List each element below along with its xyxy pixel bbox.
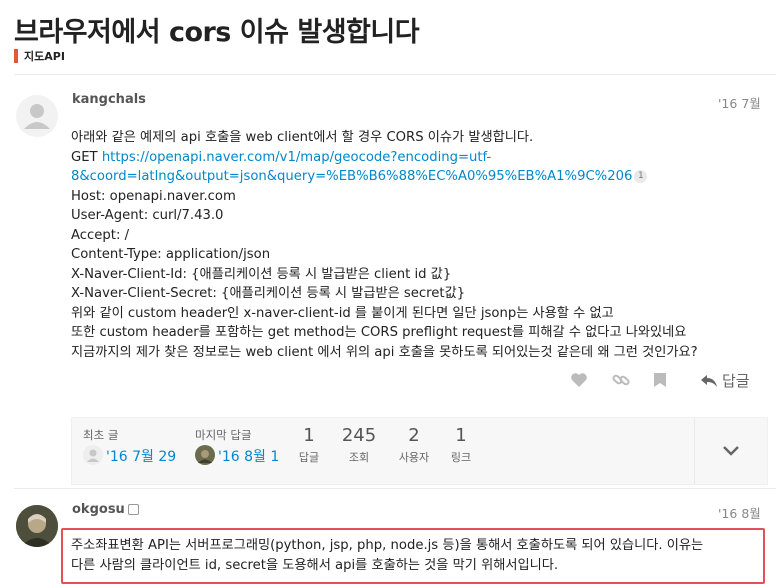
- last-reply-avatar[interactable]: [195, 445, 215, 469]
- created-avatar[interactable]: [83, 445, 103, 469]
- default-user-icon: [24, 104, 50, 129]
- user-photo-icon: [195, 445, 215, 465]
- post2-date[interactable]: '16 8월: [718, 503, 761, 522]
- post1-date[interactable]: '16 7월: [718, 93, 761, 112]
- post1-line: 또한 custom header를 포함하는 get method는 CORS …: [71, 325, 687, 340]
- username-okgosu-text: okgosu: [72, 502, 125, 517]
- user-photo-icon: [16, 505, 58, 547]
- post1-get-line: GET https://openapi.naver.com/v1/map/geo…: [71, 148, 698, 168]
- post1-line: X-Naver-Client-Secret: {애플리케이션 등록 시 발급받은…: [71, 286, 466, 301]
- users-count: 2: [408, 425, 420, 446]
- category-badge[interactable]: 지도API: [14, 48, 65, 64]
- post2-line: 다른 사람의 클라이언트 id, secret을 도용해서 api를 호출하는 …: [71, 557, 559, 573]
- category-color-bar: [14, 49, 18, 63]
- bookmark-button[interactable]: [653, 372, 667, 392]
- reply-button[interactable]: 답글: [700, 370, 750, 391]
- post1-line: 위와 같이 custom header인 x-naver-client-id 를…: [71, 305, 614, 321]
- links-label: 링크: [450, 451, 472, 464]
- geocode-link-cont[interactable]: 8&coord=latlng&output=json&query=%EB%B6%…: [71, 169, 632, 184]
- created-label: 최초 글: [83, 428, 119, 442]
- heart-icon: [571, 373, 587, 387]
- views-count: 245: [341, 425, 377, 446]
- replies-label: 답글: [298, 451, 320, 464]
- post-divider: [14, 488, 776, 489]
- username-okgosu[interactable]: okgosu: [72, 502, 139, 517]
- title-divider: [14, 74, 776, 75]
- post1-link-line2: 8&coord=latlng&output=json&query=%EB%B6%…: [71, 167, 698, 187]
- chevron-down-icon: [723, 446, 739, 456]
- avatar-okgosu[interactable]: [16, 505, 58, 547]
- links-count: 1: [455, 425, 467, 446]
- post2-body: 주소좌표변환 API는 서버프로그래밍(python, jsp, php, no…: [71, 536, 703, 575]
- shield-icon: [127, 504, 139, 515]
- link-click-count: 1: [634, 169, 648, 183]
- like-button[interactable]: [570, 372, 588, 392]
- share-button[interactable]: [612, 372, 630, 392]
- reply-label: 답글: [722, 372, 750, 390]
- geocode-link[interactable]: https://openapi.naver.com/v1/map/geocode…: [102, 150, 491, 165]
- post1-line: 지금까지의 제가 찾은 정보로는 web client 에서 위의 api 호출…: [71, 344, 698, 360]
- last-reply-label: 마지막 답글: [195, 428, 252, 442]
- topic-title: 브라우저에서 cors 이슈 발생합니다: [14, 17, 420, 48]
- default-user-icon: [83, 445, 103, 465]
- post1-line: Accept: /: [71, 227, 130, 243]
- created-date[interactable]: '16 7월 29: [106, 446, 176, 466]
- last-reply-date[interactable]: '16 8월 1: [218, 446, 279, 466]
- replies-count: 1: [303, 425, 315, 446]
- users-label: 사용자: [398, 451, 430, 464]
- reply-icon: [701, 374, 717, 387]
- post1-line: X-Naver-Client-Id: {애플리케이션 등록 시 발급받은 cli…: [71, 266, 452, 282]
- link-icon: [612, 374, 630, 386]
- post1-line: Host: openapi.naver.com: [71, 188, 236, 204]
- get-label: GET: [71, 149, 102, 165]
- category-label: 지도API: [24, 50, 65, 63]
- avatar-kangchals[interactable]: [16, 95, 58, 137]
- post1-line: Content-Type: application/json: [71, 247, 271, 262]
- username-kangchals[interactable]: kangchals: [72, 92, 146, 107]
- post1-line: 아래와 같은 예제의 api 호출을 web client에서 할 경우 COR…: [71, 130, 534, 145]
- post1-body: 아래와 같은 예제의 api 호출을 web client에서 할 경우 COR…: [71, 128, 698, 362]
- bookmark-icon: [654, 373, 666, 387]
- post2-line: 주소좌표변환 API는 서버프로그래밍(python, jsp, php, no…: [71, 538, 704, 553]
- post1-line: User-Agent: curl/7.43.0: [71, 208, 224, 223]
- topic-map: 최초 글 '16 7월 29 마지막 답글 '16 8월 1 1 답글 245 …: [71, 417, 768, 485]
- views-label: 조회: [348, 451, 370, 464]
- expand-topic-map-button[interactable]: [694, 418, 767, 484]
